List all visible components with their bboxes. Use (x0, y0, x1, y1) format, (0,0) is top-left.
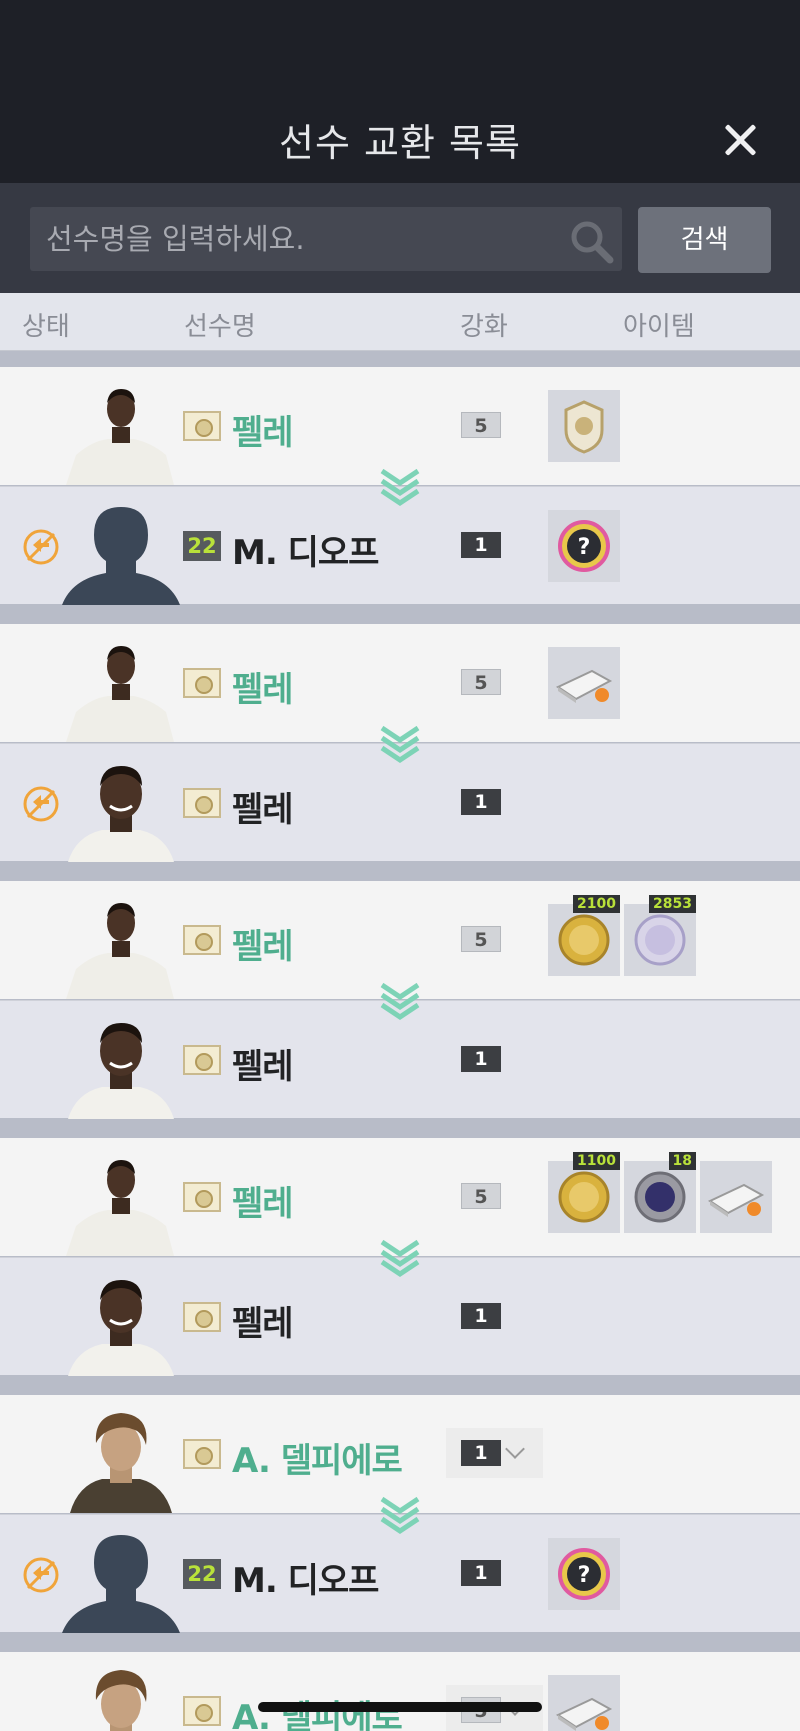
search-button[interactable]: 검색 (638, 207, 771, 273)
player-name: 펠레 (232, 413, 294, 453)
column-player: 선수명 (184, 312, 256, 342)
column-item: 아이템 (623, 312, 695, 342)
chevron-down-icon (380, 467, 420, 507)
grade-badge: 1 (461, 532, 501, 558)
gold-coin-item[interactable]: 1100 (548, 1152, 620, 1233)
swap-icon (22, 528, 60, 566)
item-count: 1100 (573, 1152, 620, 1170)
player-portrait (62, 889, 180, 999)
player-portrait (62, 1660, 180, 1731)
grade-badge: 5 (461, 669, 501, 695)
chevron-down-icon (505, 1439, 525, 1459)
home-indicator (258, 1702, 542, 1712)
item-count: 2853 (649, 895, 696, 913)
player-portrait (62, 1523, 180, 1633)
search-icon[interactable] (568, 218, 614, 264)
season-icon (183, 788, 221, 818)
group-separator (0, 1636, 800, 1652)
grade-badge: 1 (461, 1303, 501, 1329)
player-name: A. 델피에로 (232, 1441, 403, 1481)
swap-icon (22, 1556, 60, 1594)
season-icon (183, 1696, 221, 1726)
group-separator (0, 351, 800, 367)
player-portrait (62, 632, 180, 742)
grade-badge: 5 (461, 412, 501, 438)
player-name: M. 디오프 (232, 1561, 379, 1601)
column-header: 상태 선수명 강화 아이템 (0, 293, 800, 351)
season-icon (183, 1045, 221, 1075)
item-count: 18 (668, 1152, 696, 1170)
player-portrait (62, 752, 180, 862)
search-bar: 검색 (0, 183, 800, 293)
season-icon (183, 668, 221, 698)
boost-card-item[interactable] (548, 647, 620, 719)
close-button[interactable] (722, 122, 758, 158)
player-name: 펠레 (232, 790, 294, 830)
boost-card-item[interactable] (700, 1161, 772, 1233)
mystery-pack-item[interactable]: ? (548, 1538, 620, 1610)
header: 선수 교환 목록 (0, 0, 800, 183)
column-status: 상태 (22, 312, 70, 342)
item-count: 2100 (573, 895, 620, 913)
boost-card-item[interactable] (548, 1675, 620, 1731)
player-portrait (62, 1009, 180, 1119)
silver-coin-item[interactable]: 2853 (624, 895, 696, 976)
season-icon (183, 925, 221, 955)
trade-row-from[interactable]: A. 델피에로5 (0, 1652, 800, 1731)
player-portrait (62, 495, 180, 605)
season-icon (183, 1182, 221, 1212)
grade-badge: 5 (461, 926, 501, 952)
player-name: 펠레 (232, 670, 294, 710)
player-portrait (62, 1403, 180, 1513)
grade-badge: 1 (461, 1046, 501, 1072)
player-name: M. 디오프 (232, 533, 379, 573)
season-badge: 22 (183, 531, 221, 561)
grade-badge: 1 (461, 1440, 501, 1466)
player-name: 펠레 (232, 1184, 294, 1224)
player-portrait (62, 375, 180, 485)
group-separator (0, 1122, 800, 1138)
group-separator (0, 608, 800, 624)
page-title: 선수 교환 목록 (279, 121, 521, 165)
season-icon (183, 411, 221, 441)
player-portrait (62, 1146, 180, 1256)
player-name: 펠레 (232, 1304, 294, 1344)
dark-coin-item[interactable]: 18 (624, 1152, 696, 1233)
chevron-down-icon (380, 1495, 420, 1535)
player-name: 펠레 (232, 1047, 294, 1087)
icon-badge-item[interactable] (548, 390, 620, 462)
chevron-down-icon (380, 981, 420, 1021)
player-name: 펠레 (232, 927, 294, 967)
swap-icon (22, 785, 60, 823)
gold-coin-item[interactable]: 2100 (548, 895, 620, 976)
season-icon (183, 1439, 221, 1469)
season-badge: 22 (183, 1559, 221, 1589)
chevron-down-icon (380, 724, 420, 764)
group-separator (0, 1379, 800, 1395)
grade-badge: 1 (461, 789, 501, 815)
group-separator (0, 865, 800, 881)
app-root: 선수 교환 목록 검색 상태 선수명 강화 아이템 펠레 5 22 M. 디오프 1? 펠… (0, 0, 800, 1731)
svg-text:?: ? (578, 535, 591, 560)
season-icon (183, 1302, 221, 1332)
column-grade: 강화 (460, 312, 508, 342)
grade-badge: 1 (461, 1560, 501, 1586)
search-input[interactable] (30, 207, 622, 271)
player-portrait (62, 1266, 180, 1376)
grade-badge: 5 (461, 1183, 501, 1209)
chevron-down-icon (380, 1238, 420, 1278)
svg-text:?: ? (578, 1563, 591, 1588)
mystery-pack-item[interactable]: ? (548, 510, 620, 582)
